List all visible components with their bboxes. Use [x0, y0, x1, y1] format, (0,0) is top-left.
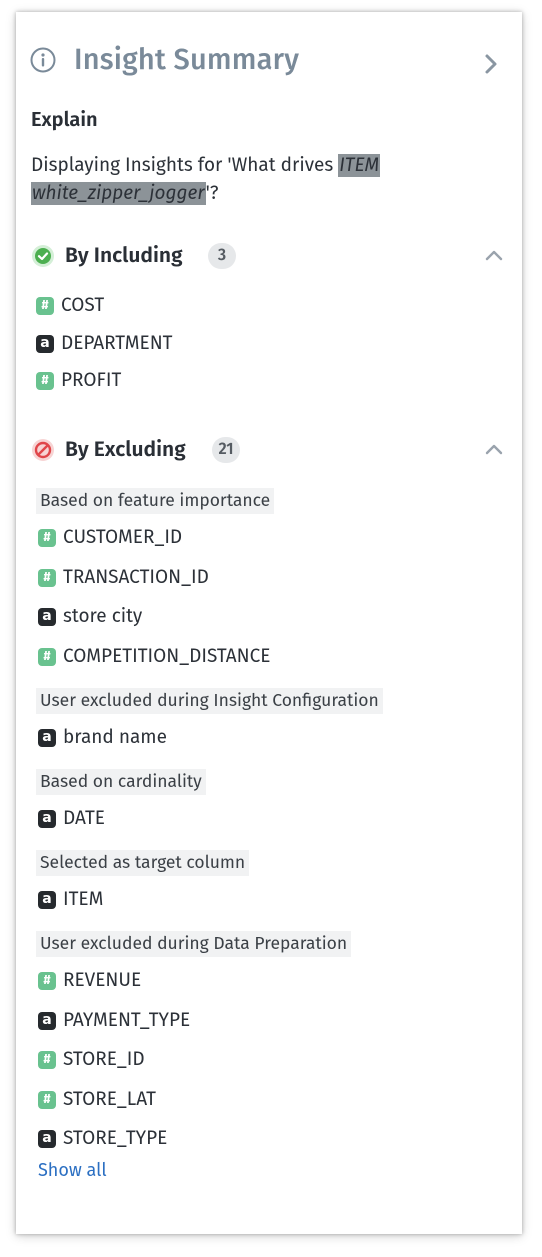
column-name: REVENUE — [63, 969, 142, 992]
chevron-right-icon[interactable] — [482, 52, 500, 76]
panel-title: Insight Summary — [74, 42, 300, 77]
column-name: store city — [63, 605, 143, 629]
prohibited-icon — [32, 439, 54, 461]
info-icon — [30, 47, 56, 73]
including-count-badge: 3 — [208, 243, 236, 269]
including-title: By Including — [65, 242, 183, 268]
column-name: COST — [61, 294, 105, 317]
explain-text-suffix: '? — [205, 182, 219, 205]
chevron-up-icon[interactable] — [483, 440, 505, 458]
excluding-title: By Excluding — [65, 436, 186, 462]
exclusion-group-label: User excluded during Insight Configurati… — [36, 688, 383, 714]
numeric-type-icon: # — [38, 529, 56, 547]
numeric-type-icon: # — [38, 1051, 56, 1070]
excluding-count-badge: 21 — [212, 437, 240, 463]
chevron-up-icon[interactable] — [483, 246, 505, 264]
column-name: PROFIT — [61, 369, 122, 392]
column-name: ITEM — [63, 888, 104, 911]
column-name: CUSTOMER_ID — [63, 526, 183, 549]
explain-text-prefix: Displaying Insights for 'What drives — [31, 154, 339, 177]
exclusion-group-label: Selected as target column — [36, 850, 250, 876]
numeric-type-icon: # — [36, 372, 54, 390]
column-name: DEPARTMENT — [61, 331, 173, 355]
column-name: PAYMENT_TYPE — [63, 1008, 191, 1032]
column-name: brand name — [63, 726, 167, 749]
text-type-icon: a — [38, 1130, 56, 1149]
highlight-target-column: ITEM — [338, 154, 381, 177]
highlight-target-value: white_zipper_jogger — [31, 182, 206, 205]
column-name: TRANSACTION_ID — [63, 565, 209, 589]
column-name: STORE_ID — [63, 1048, 145, 1072]
explain-text: Displaying Insights for 'What drives ITE… — [31, 152, 491, 208]
numeric-type-icon: # — [38, 647, 56, 666]
including-section-header[interactable]: By Including 3 — [31, 242, 506, 272]
text-type-icon: a — [38, 729, 56, 747]
panel-header: Insight Summary — [16, 12, 522, 110]
exclusion-group-label: Based on cardinality — [36, 769, 206, 795]
exclusion-group-label: User excluded during Data Preparation — [36, 931, 352, 957]
text-type-icon: a — [38, 810, 56, 828]
text-type-icon: a — [38, 891, 56, 909]
column-name: STORE_TYPE — [63, 1127, 168, 1151]
text-type-icon: a — [36, 334, 54, 353]
exclusion-group-label: Based on feature importance — [36, 488, 275, 514]
check-circle-icon — [32, 245, 54, 267]
text-type-icon: a — [38, 1011, 56, 1030]
numeric-type-icon: # — [38, 972, 56, 990]
excluding-section-header[interactable]: By Excluding 21 — [31, 436, 506, 466]
column-name: STORE_LAT — [63, 1087, 157, 1111]
numeric-type-icon: # — [36, 297, 54, 315]
insight-summary-panel: Insight Summary Explain Displaying Insig… — [16, 12, 522, 1234]
column-name: COMPETITION_DISTANCE — [63, 644, 271, 668]
explain-heading: Explain — [31, 108, 98, 132]
numeric-type-icon: # — [38, 1090, 56, 1109]
show-all-link[interactable]: Show all — [38, 1159, 107, 1181]
column-name: DATE — [63, 807, 105, 830]
numeric-type-icon: # — [38, 568, 56, 587]
text-type-icon: a — [38, 608, 56, 627]
